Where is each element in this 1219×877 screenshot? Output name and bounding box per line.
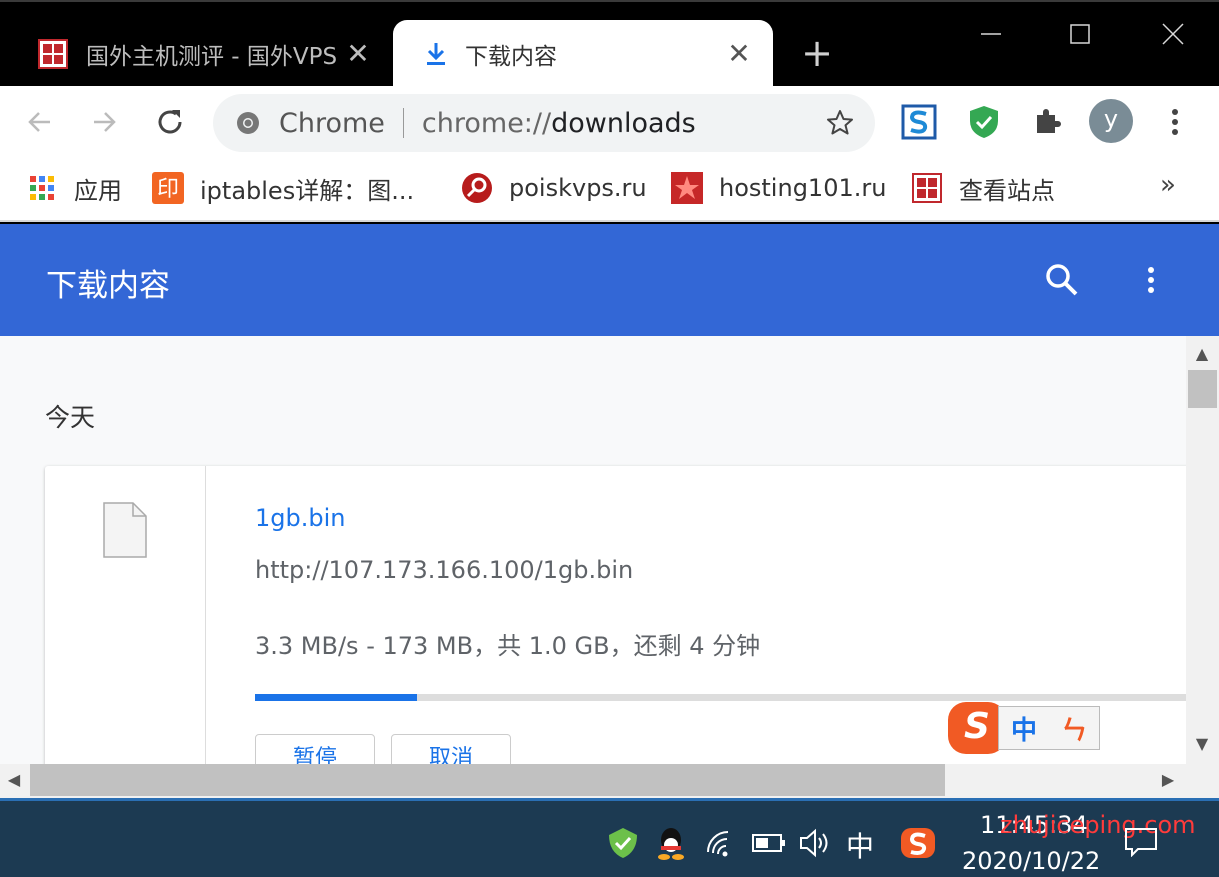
sogou-tray-icon[interactable]: [900, 825, 936, 861]
reload-icon[interactable]: [146, 98, 194, 146]
seal-favicon-icon: [36, 37, 70, 71]
tray-ime-mode[interactable]: 中: [846, 825, 874, 865]
downloads-header: 下载内容: [0, 224, 1219, 336]
site-watermark: zhujiceping.com: [1000, 811, 1196, 839]
battery-icon[interactable]: [751, 825, 787, 861]
clock-date[interactable]: 2020/10/22: [962, 847, 1100, 875]
bookmark-apps[interactable]: 应用: [26, 168, 122, 208]
apps-grid-icon: [26, 172, 58, 204]
bookmark-view-site[interactable]: 查看站点: [911, 168, 1055, 208]
tab-title: 国外主机测评 - 国外VPS: [86, 44, 338, 70]
sogou-extension-icon[interactable]: [897, 100, 941, 144]
forward-icon[interactable]: [80, 98, 128, 146]
seal-bookmark-icon: [911, 172, 943, 204]
bookmark-hosting101[interactable]: hosting101.ru: [671, 168, 886, 208]
bookmark-label: iptables详解：图...: [200, 176, 415, 205]
tab-close-icon[interactable]: ✕: [727, 40, 751, 68]
horizontal-scroll-thumb[interactable]: [30, 764, 945, 796]
page-title: 下载内容: [46, 268, 170, 304]
scroll-down-icon[interactable]: ▼: [1192, 734, 1212, 754]
poiskvps-icon: [461, 172, 493, 204]
ime-mode-toggle[interactable]: 中: [1011, 710, 1037, 747]
search-icon[interactable]: [1042, 260, 1082, 300]
screen: 国外主机测评 - 国外VPS ✕ 下载内容 ✕ + Chrome chrome:…: [0, 0, 1219, 877]
download-progress-fill: [255, 694, 417, 701]
profile-avatar[interactable]: y: [1089, 99, 1133, 143]
windows-taskbar: 中 11:45:34 zhujiceping.com 2020/10/22: [0, 798, 1219, 877]
bookmark-label: hosting101.ru: [719, 174, 887, 202]
download-source-url[interactable]: http://107.173.166.100/1gb.bin: [255, 556, 633, 584]
download-favicon-icon: [419, 37, 453, 71]
window-close-icon[interactable]: [1153, 14, 1193, 54]
shield-extension-icon[interactable]: [962, 100, 1006, 144]
yin-bookmark-icon: 印: [152, 172, 184, 204]
tab-downloads[interactable]: 下载内容 ✕: [393, 20, 773, 88]
chrome-logo-icon: [235, 110, 261, 136]
notification-center-icon[interactable]: [1124, 827, 1158, 858]
address-bar[interactable]: Chrome chrome://downloads: [213, 94, 875, 152]
cancel-button[interactable]: 取消: [391, 734, 511, 764]
ime-mode-box: 中 ㄣ: [998, 706, 1100, 750]
ime-floating-bar[interactable]: S 中 ㄣ: [948, 702, 1100, 754]
site-label: Chrome: [279, 107, 385, 139]
bookmark-label: 应用: [74, 176, 122, 205]
download-status: 3.3 MB/s - 173 MB，共 1.0 GB，还剩 4 分钟: [255, 632, 761, 660]
file-icon: [103, 502, 147, 558]
bookmark-poiskvps[interactable]: poiskvps.ru: [461, 168, 647, 208]
date-section-label: 今天: [45, 403, 96, 432]
vertical-scroll-thumb[interactable]: [1188, 370, 1217, 408]
bookmarks-bar: 应用 印 iptables详解：图... poiskvps.ru hosting…: [0, 158, 1219, 222]
pause-button[interactable]: 暂停: [255, 734, 375, 764]
url-text[interactable]: chrome://downloads: [422, 108, 696, 139]
scroll-up-icon[interactable]: ▲: [1192, 344, 1212, 364]
ime-tool-icon[interactable]: ㄣ: [1061, 710, 1087, 747]
minimize-icon[interactable]: [971, 14, 1011, 54]
maximize-icon[interactable]: [1060, 14, 1100, 54]
wifi-icon[interactable]: [703, 825, 739, 861]
qq-penguin-icon[interactable]: [653, 825, 689, 861]
download-filename-link[interactable]: 1gb.bin: [255, 504, 345, 532]
bookmark-iptables[interactable]: 印 iptables详解：图...: [152, 168, 414, 208]
svg-text:印: 印: [157, 177, 179, 202]
more-menu-icon[interactable]: [1131, 260, 1171, 300]
scroll-right-icon[interactable]: ▶: [1158, 770, 1178, 790]
downloads-list: 今天 1gb.bin http://107.173.166.100/1gb.bi…: [0, 336, 1186, 764]
security-tray-icon[interactable]: [605, 825, 641, 861]
volume-icon[interactable]: [797, 825, 833, 861]
omnibox-separator: [402, 108, 404, 138]
bookmark-label: 查看站点: [959, 176, 1055, 205]
tab-title: 下载内容: [465, 44, 557, 70]
new-tab-icon[interactable]: +: [800, 34, 834, 72]
star-bookmark-icon: [671, 172, 703, 204]
bookmark-star-icon[interactable]: [825, 108, 855, 138]
tab-strip: 国外主机测评 - 国外VPS ✕ 下载内容 ✕ +: [0, 0, 1219, 88]
extensions-puzzle-icon[interactable]: [1025, 100, 1069, 144]
menu-kebab-icon[interactable]: [1153, 100, 1197, 144]
tab-zhujiceping[interactable]: 国外主机测评 - 国外VPS ✕: [0, 20, 392, 88]
browser-toolbar: Chrome chrome://downloads y: [0, 86, 1219, 158]
bookmark-label: poiskvps.ru: [509, 174, 647, 202]
tab-close-icon[interactable]: ✕: [346, 40, 370, 68]
back-icon[interactable]: [16, 98, 64, 146]
download-progress-bar: [255, 694, 1186, 701]
scroll-left-icon[interactable]: ◀: [4, 770, 24, 790]
bookmarks-overflow-icon[interactable]: »: [1160, 170, 1176, 200]
card-divider: [205, 466, 206, 764]
